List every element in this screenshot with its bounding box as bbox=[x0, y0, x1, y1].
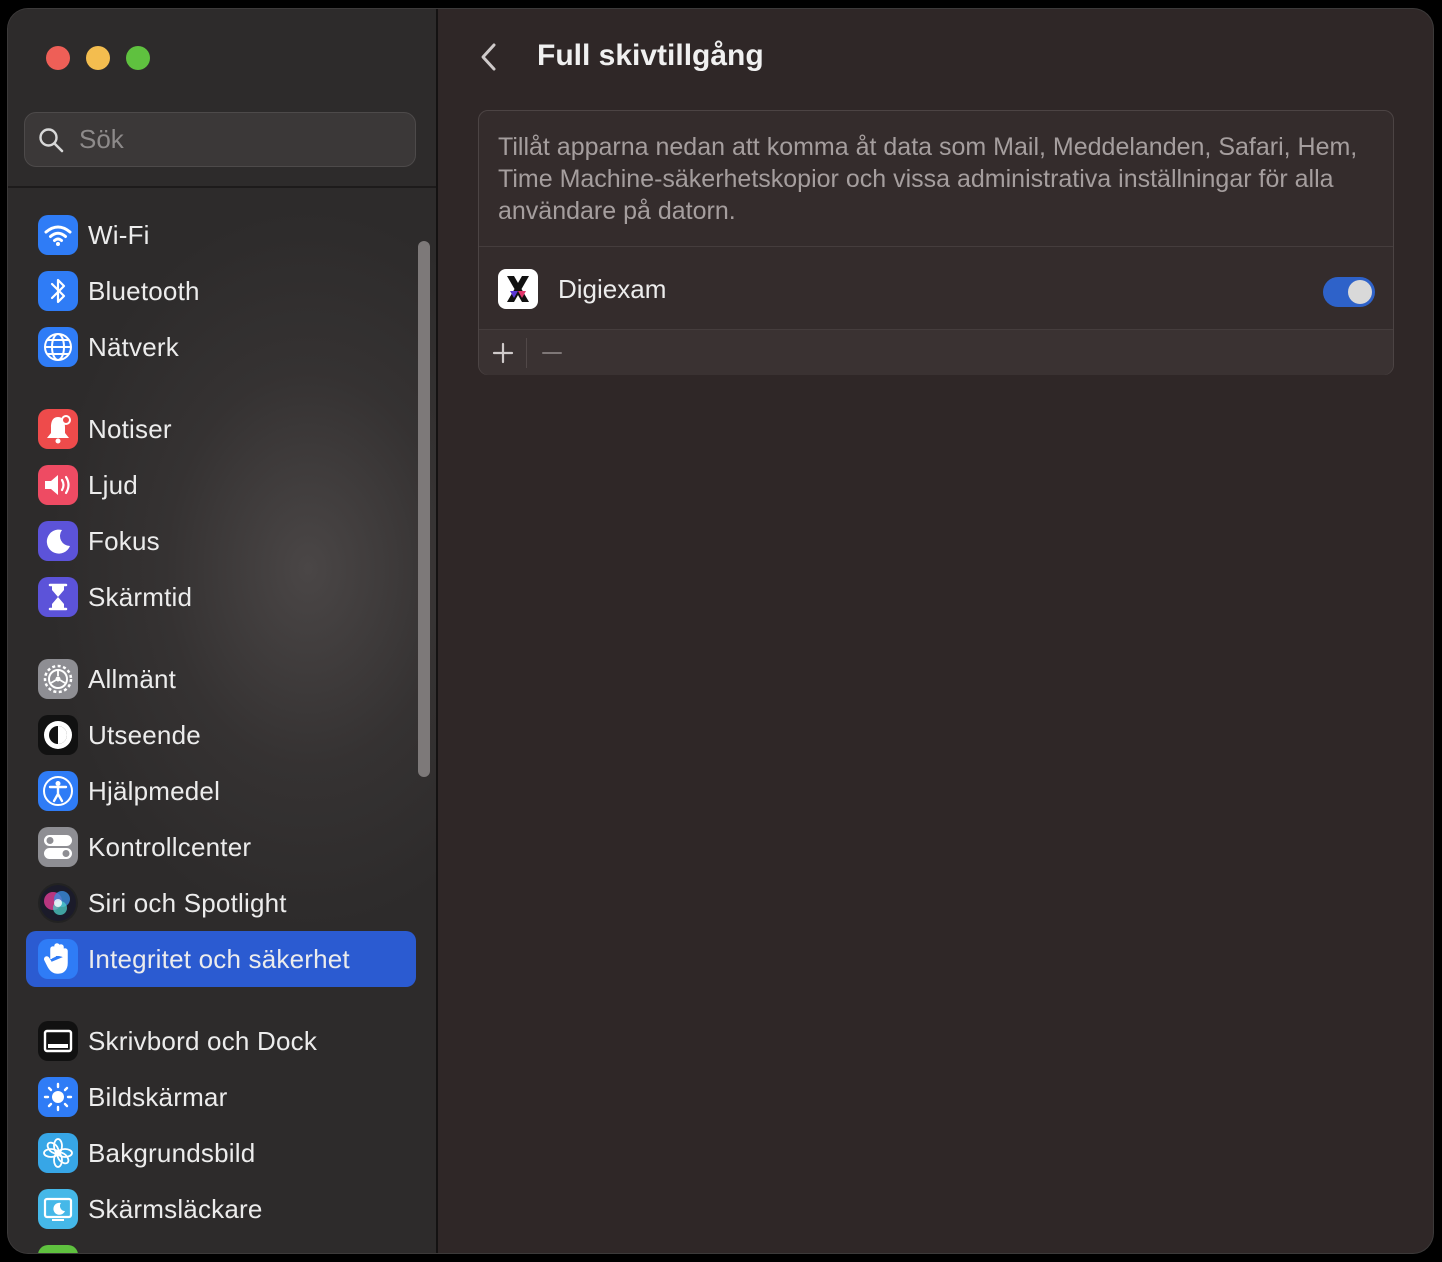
switches-icon bbox=[38, 827, 78, 867]
sidebar-item-label: Notiser bbox=[88, 413, 172, 444]
sidebar-item-label: Ljud bbox=[88, 469, 138, 500]
digiexam-app-icon bbox=[498, 269, 538, 309]
wifi-icon bbox=[38, 215, 78, 255]
siri-icon bbox=[38, 883, 78, 923]
main-content: Full skivtillgång Tillåt apparna nedan a… bbox=[438, 9, 1433, 1253]
hand-icon bbox=[38, 939, 78, 979]
sidebar-nav: Wi-Fi Bluetooth Nätverk Notiser Ljud Fok… bbox=[26, 207, 416, 1253]
traffic-lights bbox=[46, 46, 150, 70]
sidebar-item-appearance[interactable]: Utseende bbox=[26, 707, 416, 763]
sidebar-item-label: Skrivbord och Dock bbox=[88, 1025, 318, 1056]
sidebar-item-bluetooth[interactable]: Bluetooth bbox=[26, 263, 416, 319]
sidebar-item-controlcenter[interactable]: Kontrollcenter bbox=[26, 819, 416, 875]
sidebar-item-wifi[interactable]: Wi-Fi bbox=[26, 207, 416, 263]
sidebar-item-sound[interactable]: Ljud bbox=[26, 457, 416, 513]
dock-icon bbox=[38, 1021, 78, 1061]
search-icon bbox=[39, 127, 64, 152]
sidebar-item-notifications[interactable]: Notiser bbox=[26, 401, 416, 457]
settings-window: Wi-Fi Bluetooth Nätverk Notiser bbox=[8, 9, 1433, 1253]
app-name: Digiexam bbox=[558, 274, 667, 304]
flower-icon bbox=[38, 1133, 78, 1173]
sidebar-item-accessibility[interactable]: Hjälpmedel bbox=[26, 763, 416, 819]
sidebar-item-focus[interactable]: Fokus bbox=[26, 513, 416, 569]
sidebar-item-label: Skärmsläckare bbox=[88, 1193, 263, 1224]
sidebar-item-label: Utseende bbox=[88, 719, 201, 750]
moon-icon bbox=[38, 521, 78, 561]
sidebar-item-label: Bluetooth bbox=[88, 275, 200, 306]
search-input[interactable] bbox=[77, 123, 401, 156]
close-button[interactable] bbox=[46, 46, 70, 70]
sun-icon bbox=[38, 1077, 78, 1117]
add-remove-bar bbox=[479, 330, 1393, 375]
button-separator bbox=[526, 338, 527, 368]
sidebar-scrollbar[interactable] bbox=[418, 241, 430, 777]
page-title: Full skivtillgång bbox=[537, 39, 764, 72]
sidebar-item-label: Nätverk bbox=[88, 331, 179, 362]
sidebar-divider bbox=[8, 186, 436, 188]
search-field[interactable] bbox=[24, 112, 416, 167]
minus-icon bbox=[542, 352, 562, 354]
sidebar-item-label: Fokus bbox=[88, 525, 160, 556]
sidebar-item-label: Integritet och säkerhet bbox=[88, 943, 350, 974]
panel-description: Tillåt apparna nedan att komma åt data s… bbox=[498, 133, 1358, 225]
sidebar: Wi-Fi Bluetooth Nätverk Notiser bbox=[8, 9, 438, 1253]
plus-icon bbox=[492, 342, 514, 364]
hourglass-icon bbox=[38, 577, 78, 617]
battery-icon bbox=[38, 1245, 78, 1253]
sidebar-item-label: Bakgrundsbild bbox=[88, 1137, 256, 1168]
sidebar-item-wallpaper[interactable]: Bakgrundsbild bbox=[26, 1125, 416, 1181]
screensaver-icon bbox=[38, 1189, 78, 1229]
add-app-button[interactable] bbox=[481, 336, 525, 370]
sidebar-item-network[interactable]: Nätverk bbox=[26, 319, 416, 375]
app-access-toggle[interactable] bbox=[1323, 277, 1375, 307]
remove-app-button[interactable] bbox=[530, 336, 574, 370]
bell-icon bbox=[38, 409, 78, 449]
sidebar-item-screentime[interactable]: Skärmtid bbox=[26, 569, 416, 625]
accessibility-icon bbox=[38, 771, 78, 811]
sidebar-item-general[interactable]: Allmänt bbox=[26, 651, 416, 707]
speaker-icon bbox=[38, 465, 78, 505]
app-row-digiexam[interactable]: Digiexam bbox=[479, 247, 1393, 329]
sidebar-item-screensaver[interactable]: Skärmsläckare bbox=[26, 1181, 416, 1237]
sidebar-item-privacy[interactable]: Integritet och säkerhet bbox=[26, 931, 416, 987]
sidebar-item-label: Skärmtid bbox=[88, 581, 193, 612]
back-chevron-icon[interactable] bbox=[474, 37, 504, 77]
sidebar-item-label: Allmänt bbox=[88, 663, 177, 694]
sidebar-item-label: Siri och Spotlight bbox=[88, 887, 287, 918]
globe-icon bbox=[38, 327, 78, 367]
sidebar-item-siri[interactable]: Siri och Spotlight bbox=[26, 875, 416, 931]
minimize-button[interactable] bbox=[86, 46, 110, 70]
sidebar-item-label: Wi-Fi bbox=[88, 219, 150, 250]
sidebar-item-label: Bildskärmar bbox=[88, 1081, 228, 1112]
full-disk-access-panel: Tillåt apparna nedan att komma åt data s… bbox=[478, 110, 1394, 375]
toggle-knob bbox=[1348, 280, 1372, 304]
appearance-icon bbox=[38, 715, 78, 755]
gear-icon bbox=[38, 659, 78, 699]
bluetooth-icon bbox=[38, 271, 78, 311]
sidebar-item-label: Kontrollcenter bbox=[88, 831, 252, 862]
sidebar-item-desktop-dock[interactable]: Skrivbord och Dock bbox=[26, 1013, 416, 1069]
zoom-button[interactable] bbox=[126, 46, 150, 70]
sidebar-item-partial[interactable] bbox=[26, 1237, 416, 1253]
sidebar-item-displays[interactable]: Bildskärmar bbox=[26, 1069, 416, 1125]
sidebar-item-label: Hjälpmedel bbox=[88, 775, 221, 806]
